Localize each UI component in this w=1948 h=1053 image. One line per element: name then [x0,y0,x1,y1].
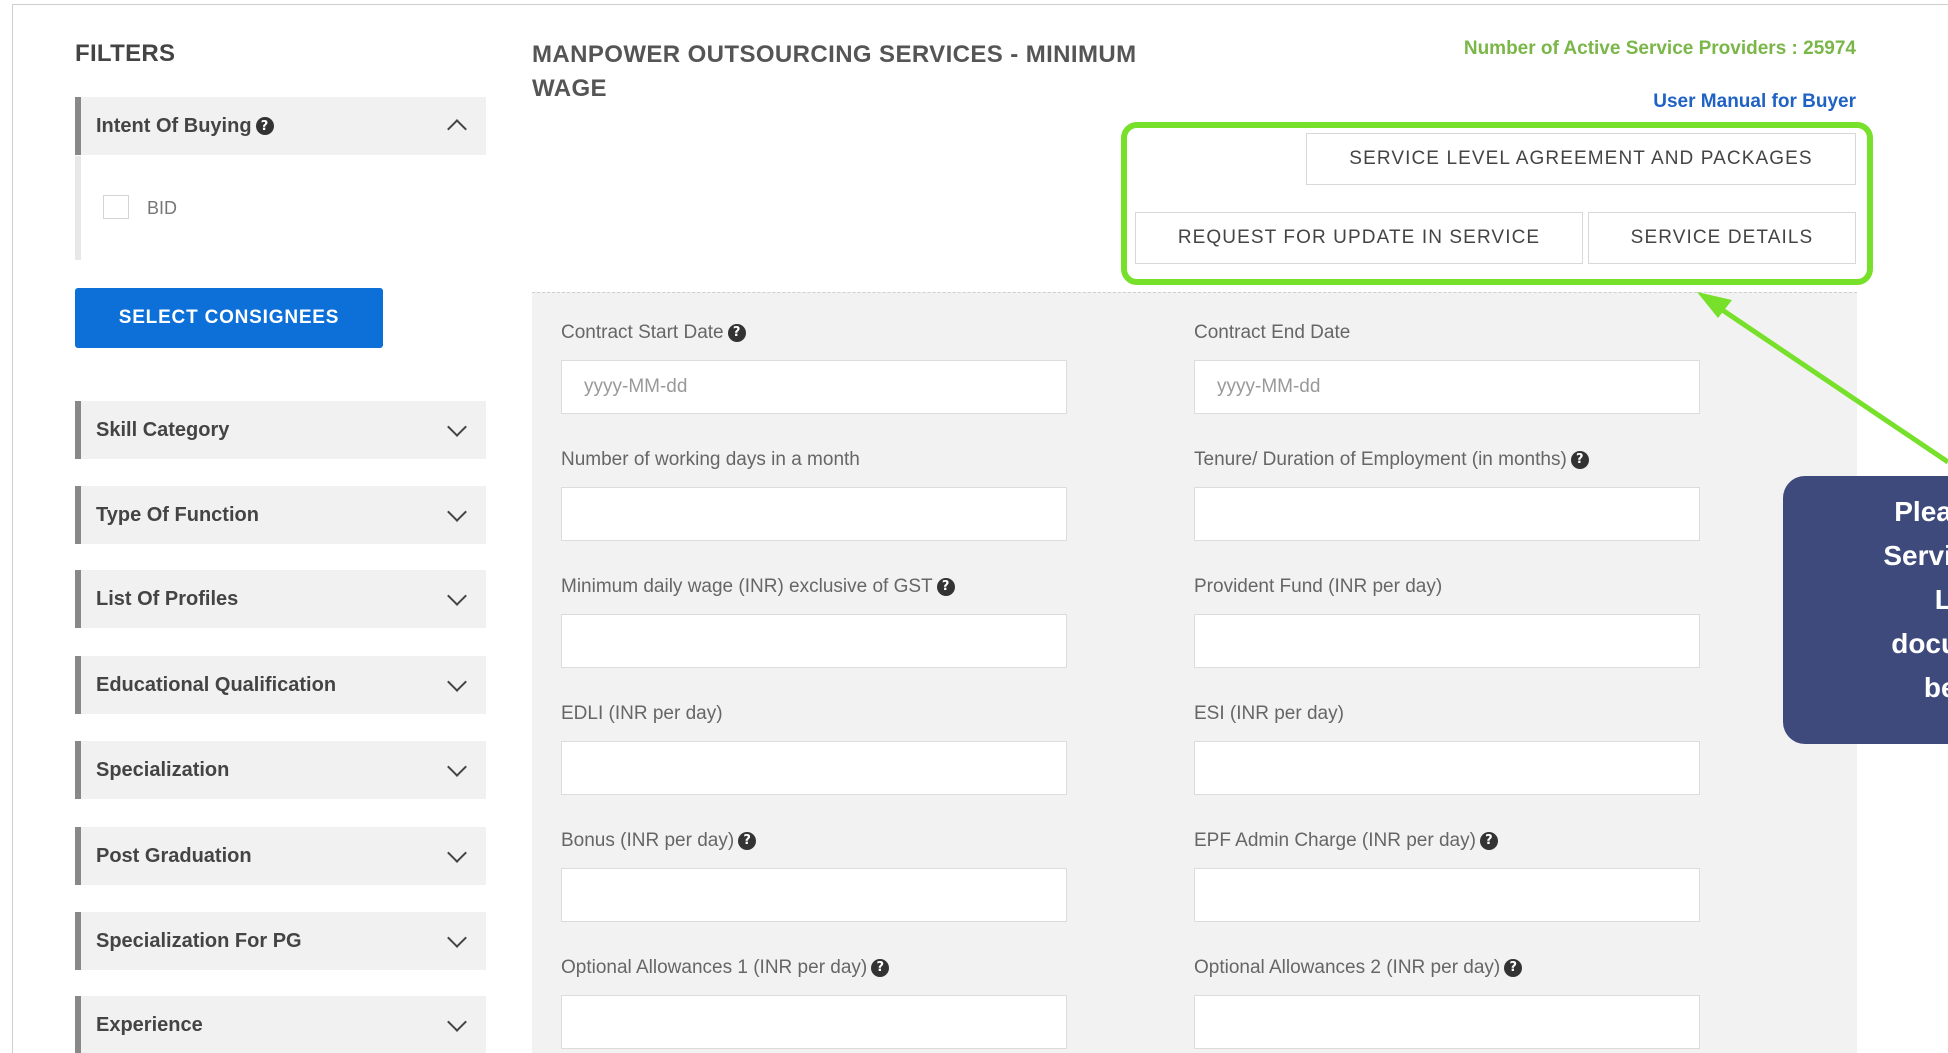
page-title: MANPOWER OUTSOURCING SERVICES - MINIMUM … [532,41,1137,102]
chevron-down-icon [447,757,467,777]
filter-label: Educational Qualification [96,673,337,696]
contract-start-label: Contract Start Date? [561,322,746,344]
help-icon[interactable]: ? [936,577,955,596]
edli-input[interactable] [561,741,1067,795]
filter-label: Skill Category [96,418,230,441]
epf-admin-input[interactable] [1194,868,1700,922]
filter-post-graduation[interactable]: Post Graduation [75,827,486,885]
bid-checkbox[interactable] [103,195,129,219]
tenure-input[interactable] [1194,487,1700,541]
filter-skill-category[interactable]: Skill Category [75,401,486,459]
contract-start-input[interactable]: yyyy-MM-dd [561,360,1067,414]
filter-type-of-function[interactable]: Type Of Function [75,486,486,544]
callout-line: Service [1883,540,1948,571]
esi-label: ESI (INR per day) [1194,703,1344,724]
filter-label: List Of Profiles [96,587,239,610]
callout-line: Please [1894,496,1948,527]
pf-label: Provident Fund (INR per day) [1194,576,1443,597]
chevron-down-icon [447,502,467,522]
intent-options: BID [75,156,486,260]
help-icon[interactable]: ? [871,958,890,977]
contract-end-label: Contract End Date [1194,322,1351,343]
select-consignees-button[interactable]: SELECT CONSIGNEES [75,288,383,348]
filter-label: Specialization For PG [96,929,302,952]
callout-line: docum [1891,628,1948,659]
annotation-callout: Please Service Lev docum befo [1783,476,1948,744]
chevron-down-icon [447,843,467,863]
contract-end-input[interactable]: yyyy-MM-dd [1194,360,1700,414]
chevron-down-icon [447,928,467,948]
filter-label: Specialization [96,758,230,781]
callout-line: Lev [1934,584,1948,615]
edli-label: EDLI (INR per day) [561,703,723,724]
chevron-up-icon [447,119,467,139]
optional-allowance-1-label: Optional Allowances 1 (INR per day)? [561,957,890,979]
optional-allowance-2-label: Optional Allowances 2 (INR per day)? [1194,957,1523,979]
chevron-down-icon [447,417,467,437]
chevron-down-icon [447,672,467,692]
optional-allowance-2-input[interactable] [1194,995,1700,1049]
help-icon[interactable]: ? [738,831,757,850]
help-icon[interactable]: ? [1504,958,1523,977]
chevron-down-icon [447,1012,467,1032]
min-wage-input[interactable] [561,614,1067,668]
callout-line: befo [1923,672,1948,703]
bid-label: BID [147,198,178,218]
chevron-down-icon [447,586,467,606]
filter-label: Intent Of Buying? [96,115,274,138]
filter-specialization-for-pg[interactable]: Specialization For PG [75,912,486,970]
filters-title: FILTERS [75,40,176,67]
filter-list-of-profiles[interactable]: List Of Profiles [75,570,486,628]
help-icon[interactable]: ? [1570,450,1589,469]
esi-input[interactable] [1194,741,1700,795]
min-wage-label: Minimum daily wage (INR) exclusive of GS… [561,576,955,598]
tenure-label: Tenure/ Duration of Employment (in month… [1194,449,1589,471]
filter-label: Type Of Function [96,503,259,526]
working-days-label: Number of working days in a month [561,449,860,470]
optional-allowance-1-input[interactable] [561,995,1067,1049]
working-days-input[interactable] [561,487,1067,541]
filter-educational-qualification[interactable]: Educational Qualification [75,656,486,714]
highlight-box [1121,122,1873,285]
help-icon[interactable]: ? [255,117,274,136]
epf-admin-label: EPF Admin Charge (INR per day)? [1194,830,1498,852]
pf-input[interactable] [1194,614,1700,668]
active-providers-count: Number of Active Service Providers : 259… [1463,38,1856,59]
filter-label: Post Graduation [96,844,252,867]
filter-intent-of-buying[interactable]: Intent Of Buying? [75,97,486,155]
bonus-input[interactable] [561,868,1067,922]
bonus-label: Bonus (INR per day)? [561,830,757,852]
help-icon[interactable]: ? [727,323,746,342]
filter-experience[interactable]: Experience [75,996,486,1053]
filter-label: Experience [96,1013,203,1036]
user-manual-link[interactable]: User Manual for Buyer [1653,91,1856,113]
filter-specialization[interactable]: Specialization [75,741,486,799]
help-icon[interactable]: ? [1479,831,1498,850]
